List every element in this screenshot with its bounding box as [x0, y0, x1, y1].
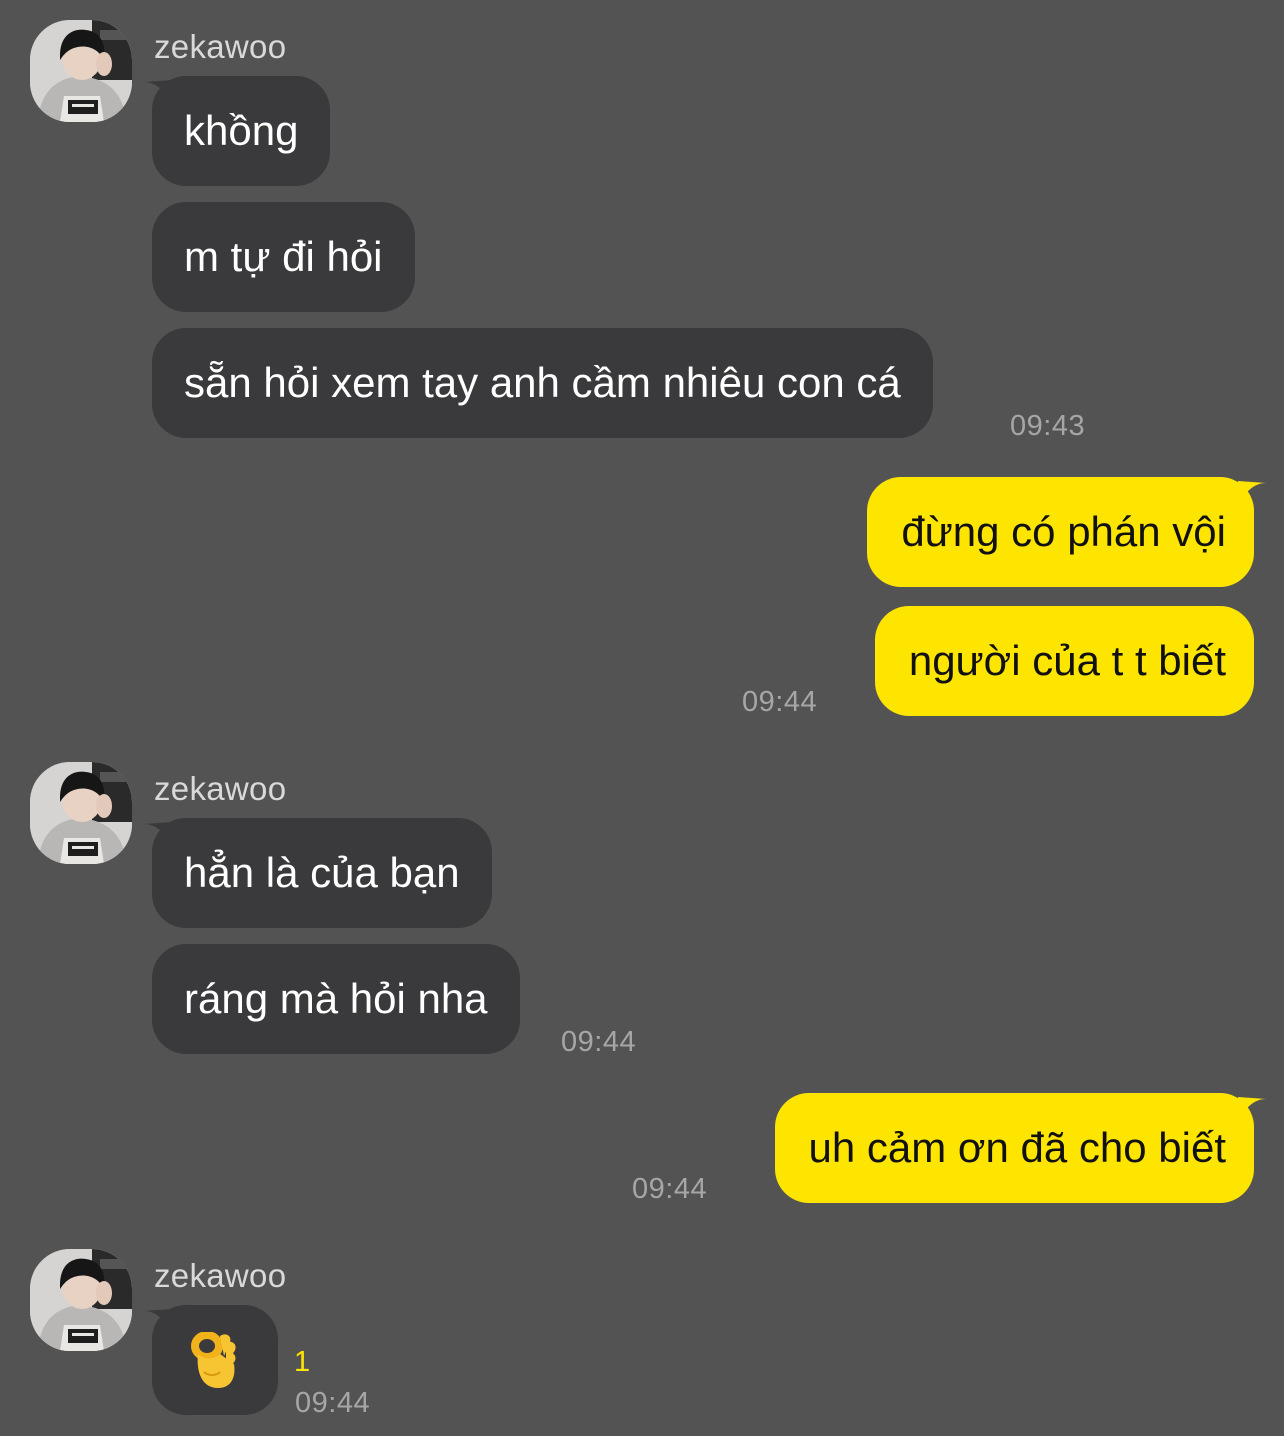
- incoming-message-bubble[interactable]: hẳn là của bạn: [152, 818, 492, 928]
- unread-count-badge: 1: [294, 1346, 311, 1378]
- outgoing-message-bubble[interactable]: đừng có phán vội: [867, 477, 1254, 587]
- ok-hand-emoji-icon: [191, 1332, 236, 1388]
- message-timestamp: 09:44: [561, 1026, 637, 1058]
- incoming-message-bubble[interactable]: m tự đi hỏi: [152, 202, 415, 312]
- sender-name[interactable]: zekawoo: [154, 1259, 286, 1292]
- avatar[interactable]: [30, 762, 132, 864]
- avatar-image: [30, 762, 132, 864]
- message-timestamp: 09:44: [632, 1173, 708, 1205]
- sender-name[interactable]: zekawoo: [154, 772, 286, 805]
- avatar[interactable]: [30, 20, 132, 122]
- avatar-image: [30, 1249, 132, 1351]
- outgoing-message-bubble[interactable]: người của t t biết: [874, 606, 1254, 716]
- avatar-image: [30, 20, 132, 122]
- incoming-message-bubble[interactable]: ráng mà hỏi nha: [152, 944, 520, 1054]
- incoming-message-bubble[interactable]: sẵn hỏi xem tay anh cầm nhiêu con cá: [152, 328, 933, 438]
- sender-name[interactable]: zekawoo: [154, 30, 286, 63]
- avatar[interactable]: [30, 1249, 132, 1351]
- message-timestamp: 09:44: [295, 1387, 371, 1419]
- incoming-message-bubble[interactable]: khồng: [152, 76, 331, 186]
- message-timestamp: 09:43: [1010, 410, 1086, 442]
- outgoing-message-bubble[interactable]: uh cảm ơn đã cho biết: [774, 1093, 1254, 1203]
- message-timestamp: 09:44: [742, 686, 818, 718]
